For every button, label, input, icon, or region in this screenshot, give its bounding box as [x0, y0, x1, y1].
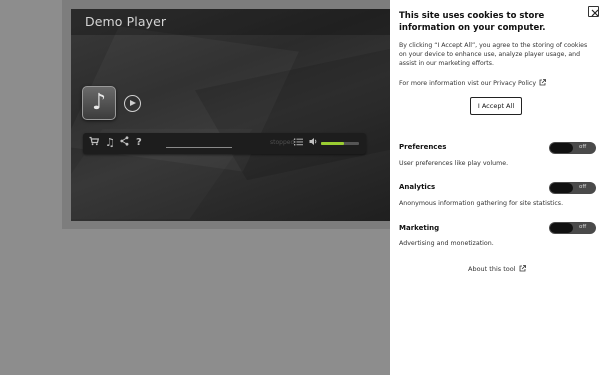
external-link-icon [519, 265, 526, 272]
accept-all-button[interactable]: I Accept All [470, 97, 522, 115]
volume-slider[interactable] [321, 142, 359, 145]
help-icon[interactable]: ? [136, 136, 142, 150]
close-icon [591, 9, 598, 16]
analytics-toggle[interactable]: off [549, 182, 596, 194]
analytics-description: Anonymous information gathering for site… [399, 200, 564, 207]
player-controls: ♫ ? stopped [83, 133, 366, 154]
consent-title: This site uses cookies to store informat… [399, 11, 546, 33]
preferences-toggle[interactable]: off [549, 142, 596, 154]
cart-icon[interactable] [89, 136, 100, 151]
toggle-knob [550, 143, 573, 153]
play-button[interactable] [124, 95, 141, 112]
playback-status: stopped [270, 139, 295, 146]
audio-player: Demo Player ♪ ♫ ? stopped [71, 9, 390, 221]
external-link-icon [539, 79, 546, 86]
close-button[interactable] [588, 6, 599, 17]
toggle-state: off [579, 224, 587, 230]
about-tool-text: About this tool [468, 265, 516, 273]
volume-icon[interactable] [309, 137, 318, 151]
cookie-consent-panel: This site uses cookies to store informat… [390, 0, 600, 375]
marketing-description: Advertising and monetization. [399, 240, 494, 247]
consent-description: By clicking “I Accept All”, you agree to… [399, 42, 588, 68]
share-icon[interactable] [120, 136, 129, 151]
privacy-policy-link[interactable]: For more information vist our Privacy Po… [399, 79, 546, 87]
marketing-toggle[interactable]: off [549, 222, 596, 234]
volume-slider-fill [321, 142, 344, 145]
toggle-state: off [579, 144, 587, 150]
player-header: Demo Player [71, 9, 390, 35]
toggle-knob [550, 183, 573, 193]
about-tool-link[interactable]: About this tool [468, 265, 526, 273]
analytics-label: Analytics [399, 183, 436, 191]
toggle-state: off [579, 184, 587, 190]
progress-bar[interactable] [166, 147, 232, 148]
privacy-policy-text: For more information vist our Privacy Po… [399, 80, 537, 87]
preferences-label: Preferences [399, 143, 447, 151]
playlist-icon[interactable] [294, 137, 303, 151]
player-title: Demo Player [85, 14, 167, 29]
preferences-description: User preferences like play volume. [399, 160, 509, 167]
music-icon[interactable]: ♫ [105, 136, 115, 150]
music-note-icon: ♪ [82, 86, 116, 120]
marketing-label: Marketing [399, 224, 440, 232]
toggle-knob [550, 223, 573, 233]
